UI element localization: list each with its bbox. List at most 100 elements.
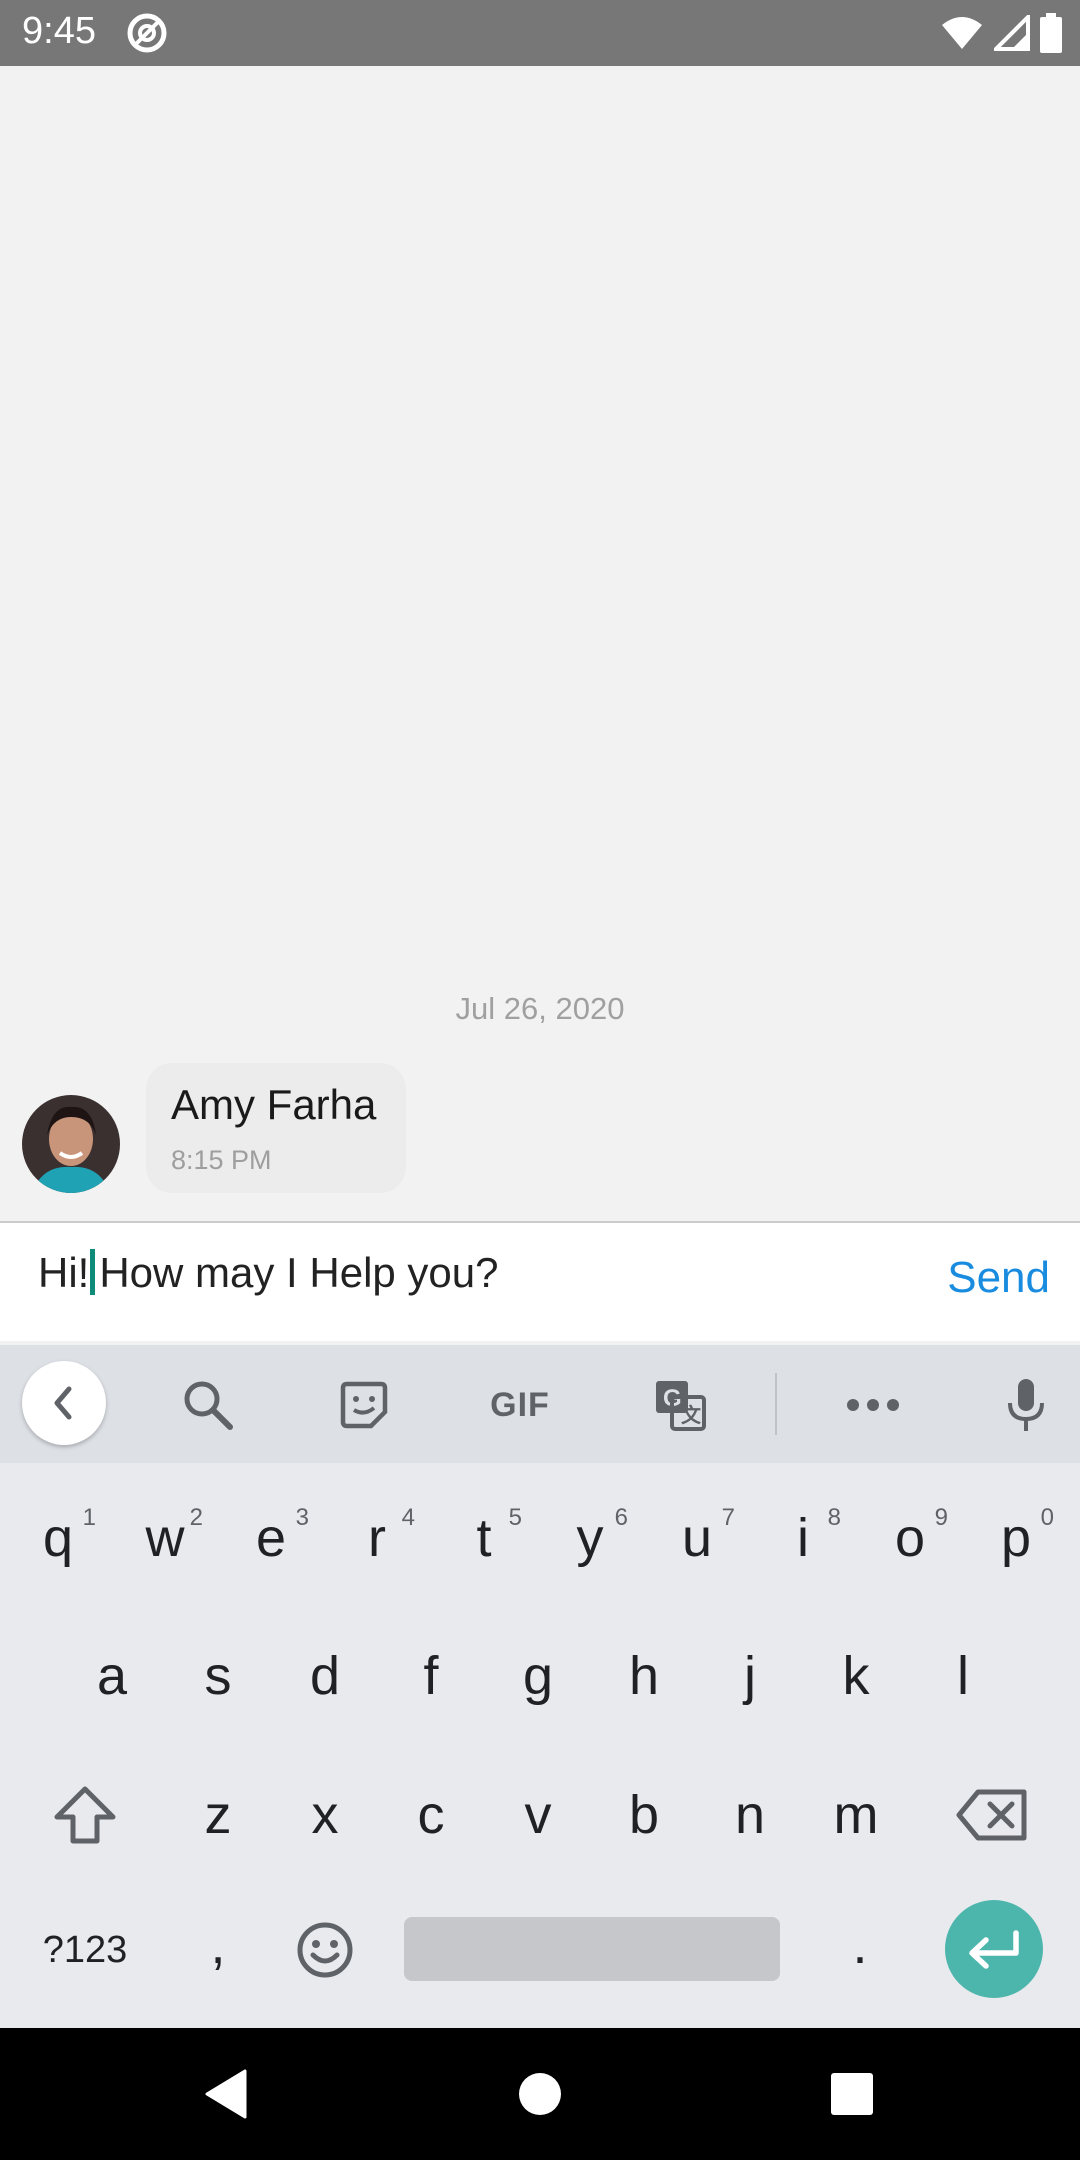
key-l[interactable]: l (913, 1616, 1013, 1736)
status-bar: 9:45 (0, 0, 1080, 66)
key-label: o (894, 1508, 926, 1568)
key-label: y (576, 1508, 604, 1568)
backspace-key[interactable] (942, 1755, 1042, 1875)
key-k[interactable]: k (806, 1616, 906, 1736)
key-a[interactable]: a (62, 1616, 162, 1736)
key-hint: 9 (934, 1504, 948, 1531)
translate-icon: G文 (656, 1381, 706, 1431)
recents-square-icon (831, 2073, 873, 2115)
key-label: t (476, 1508, 492, 1568)
avatar-image (22, 1095, 120, 1193)
key-o[interactable]: o9 (860, 1478, 960, 1598)
shift-key[interactable] (35, 1755, 135, 1875)
gif-label: GIF (490, 1385, 550, 1424)
signal-icon (994, 15, 1030, 51)
key-r[interactable]: r4 (327, 1478, 427, 1598)
key-v[interactable]: v (488, 1755, 588, 1875)
key-label: p (1000, 1508, 1032, 1568)
key-x[interactable]: x (275, 1755, 375, 1875)
status-icons (940, 12, 1062, 54)
key-f[interactable]: f (381, 1616, 481, 1736)
keyboard-search-button[interactable] (174, 1371, 242, 1439)
key-hint: 4 (401, 1504, 415, 1531)
keyboard: GIF G文 q1 w2 e3 r4 t5 y6 u7 i8 o9 p0 a s… (0, 1345, 1080, 2028)
keyboard-gif-button[interactable]: GIF (484, 1371, 556, 1439)
navigation-bar (0, 2028, 1080, 2160)
comma-key[interactable]: , (168, 1885, 268, 2005)
key-q[interactable]: q1 (8, 1478, 108, 1598)
message-composer: Hi! How may I Help you? Send (0, 1221, 1080, 1341)
key-hint: 3 (295, 1504, 309, 1531)
message-bubble[interactable]: Amy Farha 8:15 PM (146, 1063, 406, 1193)
keyboard-more-button[interactable] (839, 1371, 907, 1439)
status-time: 9:45 (22, 10, 96, 52)
key-hint: 1 (82, 1504, 96, 1531)
nav-home-button[interactable] (510, 2064, 570, 2124)
key-hint: 0 (1040, 1504, 1054, 1531)
emoji-key[interactable] (275, 1890, 375, 2010)
key-i[interactable]: i8 (753, 1478, 853, 1598)
message-text-after-cursor: How may I Help you? (99, 1249, 499, 1296)
shift-icon (54, 1786, 116, 1844)
key-u[interactable]: u7 (647, 1478, 747, 1598)
keyboard-back-button[interactable] (22, 1361, 106, 1445)
key-s[interactable]: s (168, 1616, 268, 1736)
enter-key[interactable] (945, 1900, 1043, 1998)
keyboard-toolbar: GIF G文 (0, 1345, 1080, 1463)
key-label: i (797, 1508, 809, 1568)
sender-name: Amy Farha (171, 1081, 377, 1128)
sticker-icon (340, 1381, 388, 1429)
search-icon (184, 1381, 233, 1430)
key-h[interactable]: h (594, 1616, 694, 1736)
message-input[interactable]: Hi! How may I Help you? (38, 1249, 918, 1309)
message-text-before-cursor: Hi! (38, 1249, 90, 1296)
wifi-icon (942, 17, 982, 49)
key-d[interactable]: d (275, 1616, 375, 1736)
back-triangle-icon (205, 2069, 247, 2119)
key-label: r (368, 1508, 386, 1568)
key-j[interactable]: j (700, 1616, 800, 1736)
key-g[interactable]: g (488, 1616, 588, 1736)
key-c[interactable]: c (381, 1755, 481, 1875)
battery-icon (1040, 13, 1062, 53)
space-bar[interactable] (404, 1917, 780, 1981)
key-label: q (42, 1508, 74, 1568)
keyboard-sticker-button[interactable] (330, 1371, 398, 1439)
key-y[interactable]: y6 (540, 1478, 640, 1598)
date-separator: Jul 26, 2020 (455, 991, 625, 1026)
key-m[interactable]: m (806, 1755, 906, 1875)
key-b[interactable]: b (594, 1755, 694, 1875)
period-key[interactable]: . (810, 1885, 910, 2005)
symbols-key[interactable]: ?123 (35, 1890, 135, 2010)
enter-arrow-icon (969, 1930, 1019, 1969)
notification-icon (127, 13, 167, 53)
key-label: u (681, 1508, 713, 1568)
more-dots-icon (847, 1399, 899, 1411)
send-button[interactable]: Send (947, 1253, 1050, 1303)
key-p[interactable]: p0 (966, 1478, 1066, 1598)
avatar[interactable] (22, 1095, 120, 1193)
chat-area[interactable]: Jul 26, 2020 Amy Farha 8:15 PM (0, 66, 1080, 1221)
key-hint: 5 (508, 1504, 522, 1531)
key-z[interactable]: z (168, 1755, 268, 1875)
key-hint: 2 (189, 1504, 203, 1531)
message-time: 8:15 PM (171, 1145, 272, 1175)
key-n[interactable]: n (700, 1755, 800, 1875)
svg-text:文: 文 (681, 1403, 702, 1427)
key-label: w (145, 1508, 185, 1568)
nav-recents-button[interactable] (822, 2064, 882, 2124)
key-t[interactable]: t5 (434, 1478, 534, 1598)
keyboard-voice-button[interactable] (992, 1371, 1060, 1439)
backspace-icon (956, 1789, 1027, 1841)
key-e[interactable]: e3 (221, 1478, 321, 1598)
emoji-icon (297, 1922, 353, 1978)
microphone-icon (1008, 1379, 1044, 1431)
keyboard-translate-button[interactable]: G文 (646, 1371, 714, 1439)
chevron-left-icon (54, 1386, 72, 1420)
toolbar-divider (775, 1373, 777, 1435)
nav-back-button[interactable] (196, 2064, 256, 2124)
key-w[interactable]: w2 (115, 1478, 215, 1598)
key-label: e (255, 1508, 287, 1568)
key-hint: 8 (827, 1504, 841, 1531)
home-circle-icon (519, 2073, 561, 2115)
